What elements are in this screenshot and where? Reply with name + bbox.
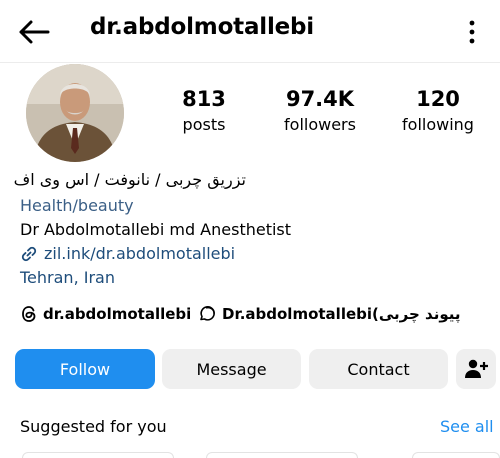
posts-stat[interactable]: 813 posts (164, 86, 244, 136)
header-divider (0, 62, 500, 63)
follow-button[interactable]: Follow (15, 349, 155, 389)
following-stat[interactable]: 120 following (390, 86, 486, 136)
tiktok-handle: Dr.abdolmotallebi(پیوند چربی (222, 305, 461, 323)
suggested-card[interactable] (412, 452, 500, 458)
chat-bubble-icon (200, 306, 215, 321)
bio-link-text: zil.ink/dr.abdolmotallebi (44, 244, 236, 263)
add-user-icon (465, 359, 488, 378)
bio-location[interactable]: Tehran, Iran (20, 268, 115, 288)
tiktok-badge[interactable]: Dr.abdolmotallebi(پیوند چربی (198, 303, 461, 325)
link-icon (21, 246, 37, 262)
back-button[interactable] (16, 16, 52, 48)
followers-label: followers (284, 115, 356, 134)
followers-count: 97.4K (285, 87, 355, 111)
more-options-button[interactable] (460, 18, 484, 46)
see-all-link[interactable]: See all (440, 417, 494, 436)
arrow-left-icon (19, 20, 50, 44)
suggested-heading: Suggested for you (20, 417, 167, 436)
profile-avatar[interactable] (26, 64, 124, 162)
profile-username: dr.abdolmotallebi (90, 14, 314, 40)
bio-tagline: تزریق چربی / نانوفت / اس وی اف (13, 170, 246, 189)
bio-link[interactable]: zil.ink/dr.abdolmotallebi (20, 244, 235, 264)
threads-badge[interactable]: dr.abdolmotallebi (20, 303, 191, 325)
top-bar: dr.abdolmotallebi (0, 0, 500, 62)
following-label: following (402, 115, 474, 134)
contact-button[interactable]: Contact (309, 349, 448, 389)
posts-count: 813 (182, 87, 226, 111)
bio-name-line: Dr Abdolmotallebi md Anesthetist (20, 220, 292, 239)
threads-handle: dr.abdolmotallebi (43, 305, 192, 323)
threads-icon (22, 306, 36, 322)
following-count: 120 (416, 87, 460, 111)
followers-stat[interactable]: 97.4K followers (270, 86, 370, 136)
bio-category: Health/beauty (20, 196, 134, 215)
vertical-dots-icon (469, 20, 475, 44)
posts-label: posts (182, 115, 226, 134)
message-button[interactable]: Message (162, 349, 301, 389)
suggested-card[interactable] (206, 452, 358, 458)
suggested-card[interactable] (22, 452, 174, 458)
add-user-button[interactable] (456, 349, 496, 389)
avatar-portrait (26, 64, 124, 162)
